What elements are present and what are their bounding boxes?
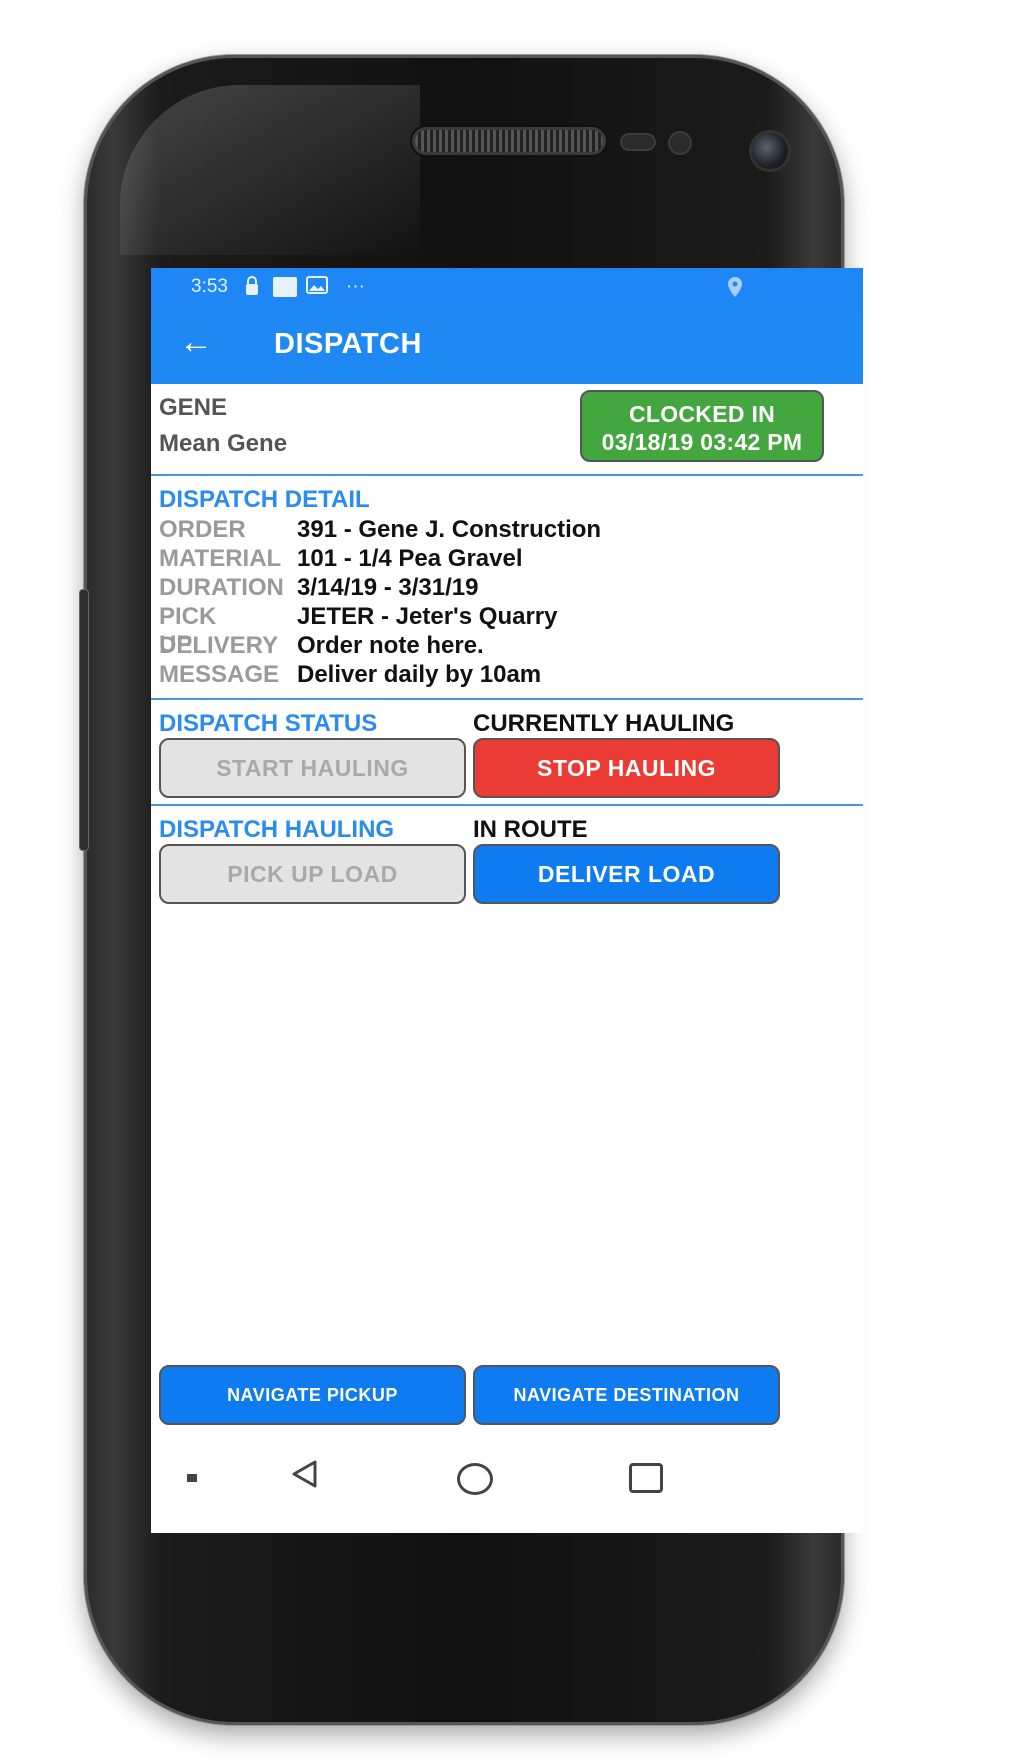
nav-home-icon[interactable] bbox=[457, 1463, 493, 1495]
dispatch-hauling-heading: DISPATCH HAULING bbox=[159, 816, 395, 843]
clocked-in-button[interactable]: CLOCKED IN 03/18/19 03:42 PM bbox=[580, 390, 824, 462]
deliver-load-button[interactable]: DELIVER LOAD bbox=[473, 844, 780, 904]
user-section: GENE Mean Gene CLOCKED IN 03/18/19 03:42… bbox=[151, 384, 863, 476]
nav-recents-icon[interactable] bbox=[629, 1463, 663, 1493]
status-bar: 3:53 ··· bbox=[151, 268, 863, 306]
front-camera bbox=[752, 133, 788, 169]
detail-label: DELIVERY bbox=[159, 632, 279, 659]
more-dots-icon: ··· bbox=[346, 276, 365, 297]
back-arrow-icon[interactable]: ← bbox=[179, 322, 213, 362]
detail-value: 3/14/19 - 3/31/19 bbox=[297, 574, 479, 601]
detail-label: ORDER bbox=[159, 516, 246, 543]
lock-icon bbox=[244, 276, 260, 302]
user-name: Mean Gene bbox=[159, 430, 288, 457]
phone-gloss bbox=[120, 85, 420, 255]
phone-screen: 3:53 ··· ← DISPATCH GENE Mean Gene CLOCK… bbox=[151, 268, 863, 1533]
detail-value: Deliver daily by 10am bbox=[297, 661, 542, 688]
clock-status-label: CLOCKED IN bbox=[628, 401, 776, 427]
nav-indicator-icon bbox=[187, 1474, 197, 1482]
status-time: 3:53 bbox=[191, 276, 228, 297]
detail-label: MESSAGE bbox=[159, 661, 280, 688]
dispatch-detail-heading: DISPATCH DETAIL bbox=[159, 486, 370, 513]
detail-value: Order note here. bbox=[297, 632, 484, 659]
dispatch-status-section: DISPATCH STATUS CURRENTLY HAULING START … bbox=[151, 700, 863, 806]
stop-hauling-button[interactable]: STOP HAULING bbox=[473, 738, 780, 798]
start-hauling-button[interactable]: START HAULING bbox=[159, 738, 466, 798]
user-id: GENE bbox=[159, 394, 228, 421]
notification-box-icon bbox=[273, 277, 297, 297]
detail-value: JETER - Jeter's Quarry bbox=[297, 603, 558, 630]
detail-label: DURATION bbox=[159, 574, 284, 601]
route-state-label: IN ROUTE bbox=[473, 816, 588, 843]
app-bar: ← DISPATCH bbox=[151, 306, 863, 384]
detail-value: 101 - 1/4 Pea Gravel bbox=[297, 545, 523, 572]
navigate-destination-button[interactable]: NAVIGATE DESTINATION bbox=[473, 1365, 780, 1425]
detail-value: 391 - Gene J. Construction bbox=[297, 516, 602, 543]
volume-button bbox=[80, 590, 88, 850]
detail-label: MATERIAL bbox=[159, 545, 282, 572]
dispatch-status-heading: DISPATCH STATUS bbox=[159, 710, 378, 737]
hauling-state-label: CURRENTLY HAULING bbox=[473, 710, 735, 737]
navigate-pickup-button[interactable]: NAVIGATE PICKUP bbox=[159, 1365, 466, 1425]
android-nav-bar bbox=[151, 1430, 863, 1533]
pick-up-load-button[interactable]: PICK UP LOAD bbox=[159, 844, 466, 904]
dispatch-hauling-section: DISPATCH HAULING IN ROUTE PICK UP LOAD D… bbox=[151, 806, 863, 916]
image-icon bbox=[306, 276, 328, 300]
light-sensor bbox=[670, 133, 690, 153]
nav-back-icon[interactable] bbox=[289, 1458, 321, 1495]
clock-timestamp: 03/18/19 03:42 PM bbox=[601, 429, 803, 455]
page-title: DISPATCH bbox=[274, 328, 422, 360]
earpiece-speaker bbox=[415, 130, 603, 152]
dispatch-detail-section: DISPATCH DETAIL ORDER 391 - Gene J. Cons… bbox=[151, 476, 863, 700]
location-icon bbox=[726, 276, 744, 304]
proximity-sensor bbox=[622, 135, 654, 149]
